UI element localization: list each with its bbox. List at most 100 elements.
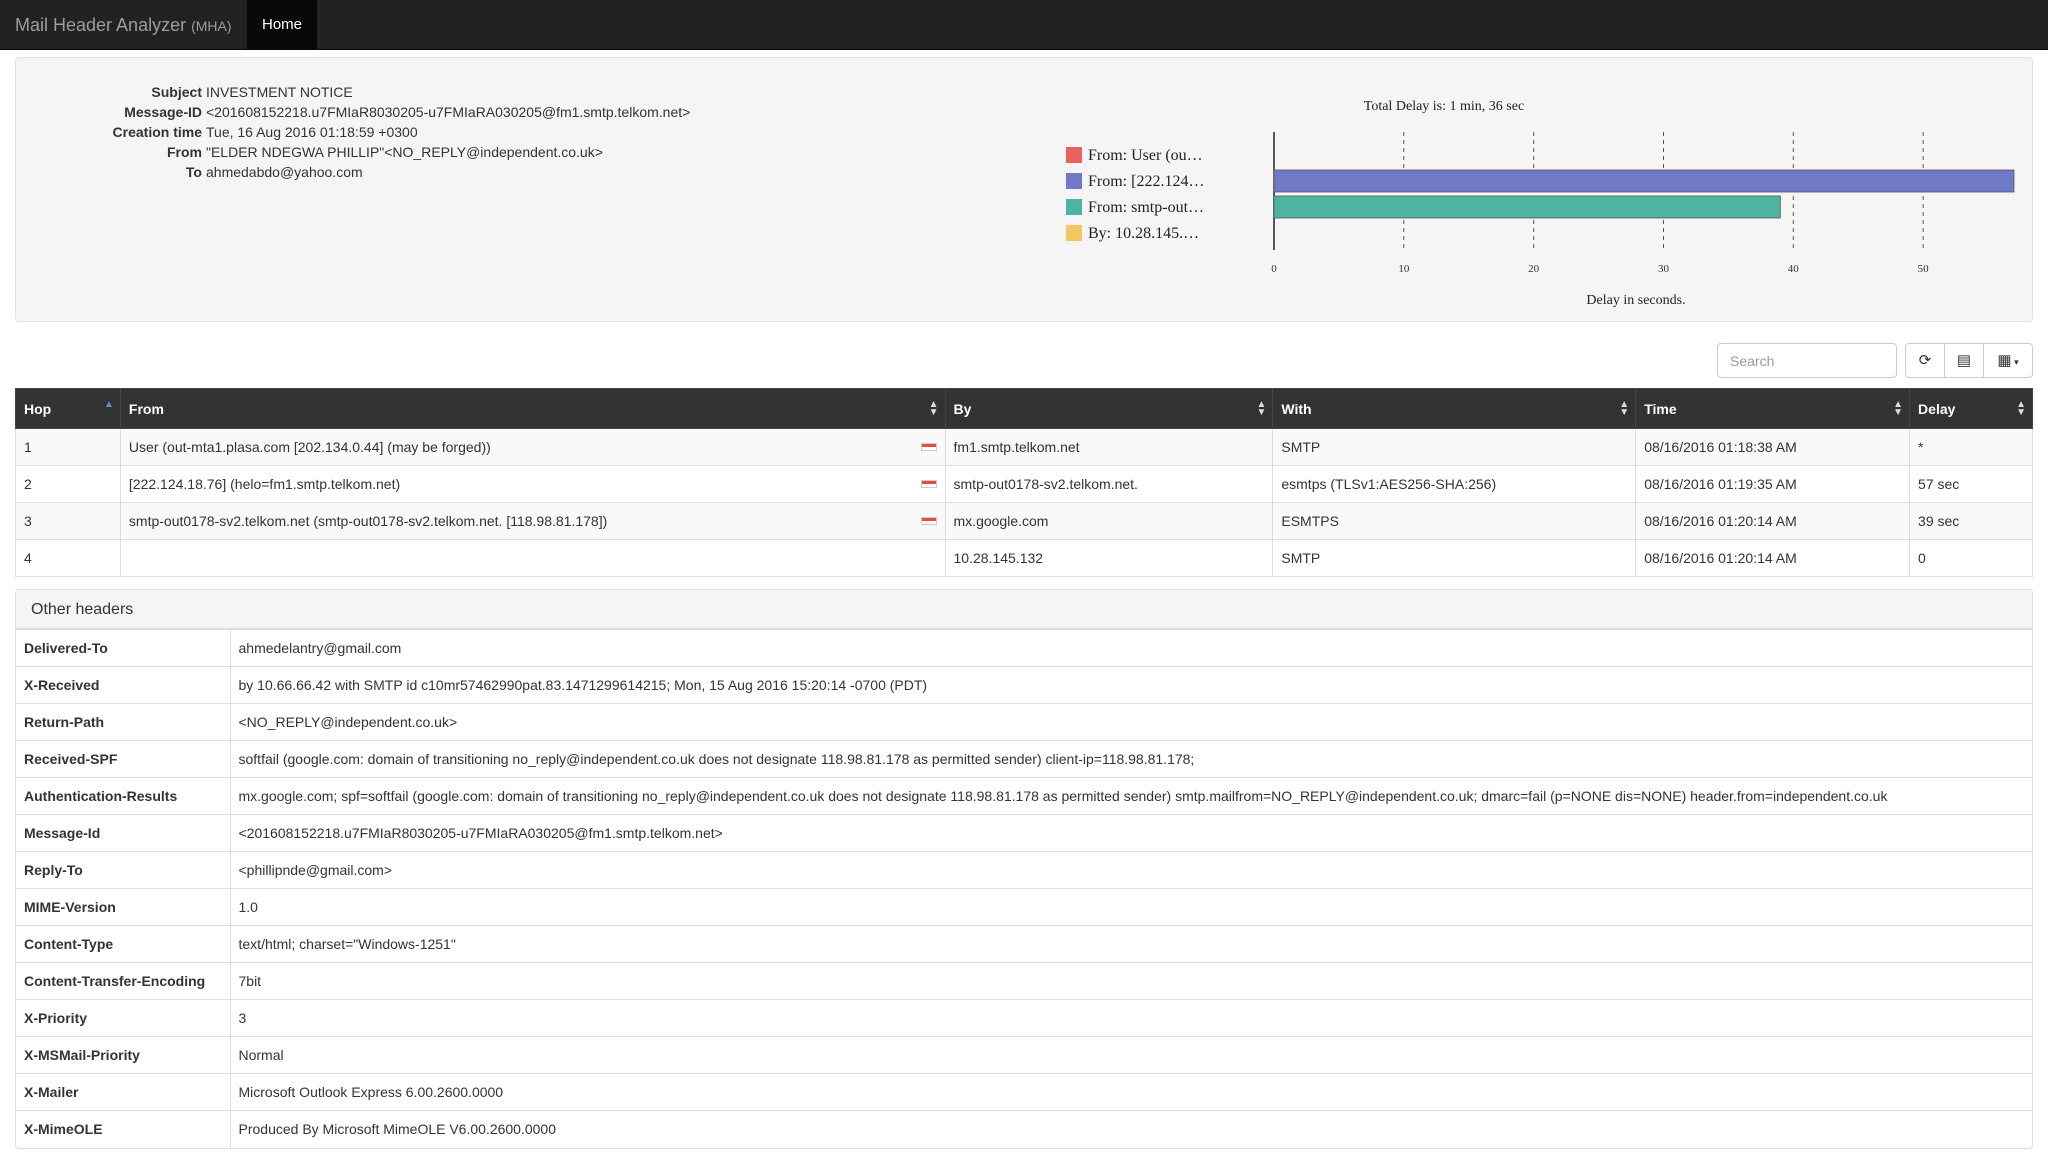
hop-time: 08/16/2016 01:19:35 AM xyxy=(1644,476,1797,492)
hop-cell-hop: 1 xyxy=(15,428,121,466)
header-name: Received-SPF xyxy=(16,740,231,778)
summary-key: Message-ID xyxy=(124,104,202,120)
refresh-button[interactable]: ⟳ xyxy=(1905,343,1945,378)
hop-row: 3 smtp-out0178-sv2.telkom.net (smtp-out01… xyxy=(15,502,2033,540)
hop-cell-delay: 0 xyxy=(1909,539,2033,577)
chart-xlabel: Delay in seconds. xyxy=(1586,293,1685,308)
column-header-label: Delay xyxy=(1918,400,1956,417)
columns-dropdown-button[interactable]: ▦ ▾ xyxy=(1983,343,2033,378)
column-header[interactable]: Time ▲ ▼ xyxy=(1635,388,1911,429)
chart-tick-label: 0 xyxy=(1271,263,1277,275)
column-header[interactable]: From ▲ ▼ xyxy=(119,388,946,429)
hop-cell-time: 08/16/2016 01:18:38 AM xyxy=(1635,428,1911,466)
header-value: <phillipnde@gmail.com> xyxy=(230,851,2032,889)
header-name: Delivered-To xyxy=(16,629,231,667)
column-header[interactable]: With ▲ ▼ xyxy=(1272,388,1637,429)
chart-bar xyxy=(1273,195,1781,219)
hop-with: esmtps (TLSv1:AES256-SHA:256) xyxy=(1281,476,1497,492)
legend-label: By: 10.28.145.… xyxy=(1088,225,1199,242)
column-header[interactable]: By ▲ ▼ xyxy=(944,388,1274,429)
search-input[interactable] xyxy=(1717,343,1897,378)
hop-hop: 4 xyxy=(24,550,32,566)
toggle-view-button[interactable]: ▤ xyxy=(1944,343,1984,378)
navbar: Mail Header Analyzer (MHA) Home xyxy=(0,0,2048,50)
chart-bar xyxy=(1273,169,2015,193)
nav-home-link[interactable]: Home xyxy=(247,0,318,50)
hop-time: 08/16/2016 01:20:14 AM xyxy=(1644,550,1797,566)
brand-abbrev[interactable]: (MHA) xyxy=(191,18,231,34)
delay-chart: Total Delay is: 1 min, 36 sec Delay in se… xyxy=(1044,58,2034,323)
hop-cell-by: smtp-out0178-sv2.telkom.net. xyxy=(944,465,1274,503)
hop-cell-hop: 3 xyxy=(15,502,121,540)
brand-title[interactable]: Mail Header Analyzer xyxy=(15,15,186,35)
chart-tick-label: 20 xyxy=(1528,263,1540,275)
header-name: X-Received xyxy=(16,666,231,704)
sort-both-icon: ▲ ▼ xyxy=(1893,399,1904,418)
legend-label: From: User (ou… xyxy=(1088,147,1203,164)
other-headers-title: Other headers xyxy=(16,590,2032,629)
header-name: X-Priority xyxy=(16,999,231,1037)
header-name: Reply-To xyxy=(16,851,231,889)
header-value: mx.google.com; spf=softfail (google.com:… xyxy=(230,777,2032,815)
hop-hop: 3 xyxy=(24,513,32,529)
header-row: X-Mailer Microsoft Outlook Express 6.00.2… xyxy=(16,1073,2032,1111)
header-name: X-MSMail-Priority xyxy=(16,1036,231,1074)
legend-label: From: [222.124… xyxy=(1088,173,1204,190)
hops-header-row: Hop ▲ From ▲ ▼ By ▲ ▼ With ▲ ▼ Time ▲ ▼ Delay ▲ ▼ xyxy=(15,388,2033,429)
column-header-label: Time xyxy=(1644,400,1677,417)
header-value: ahmedelantry@gmail.com xyxy=(230,629,2032,667)
header-name: X-MimeOLE xyxy=(16,1110,231,1148)
hop-delay: * xyxy=(1918,439,1924,455)
hop-cell-by: mx.google.com xyxy=(944,502,1274,540)
column-header[interactable]: Delay ▲ ▼ xyxy=(1909,388,2033,429)
sort-both-icon: ▲ ▼ xyxy=(1256,399,1267,418)
header-value: <NO_REPLY@independent.co.uk> xyxy=(230,703,2032,741)
hop-cell-delay: 57 sec xyxy=(1909,465,2033,503)
legend-swatch xyxy=(1066,173,1082,189)
hop-cell-from: User (out-mta1.plasa.com [202.134.0.44] … xyxy=(119,428,946,466)
summary-key: Subject xyxy=(151,84,202,100)
header-value: Produced By Microsoft MimeOLE V6.00.2600… xyxy=(230,1110,2032,1148)
hop-row: 1 User (out-mta1.plasa.com [202.134.0.44]… xyxy=(15,428,2033,466)
header-row: X-MSMail-Priority Normal xyxy=(16,1036,2032,1074)
summary-value: "ELDER NDEGWA PHILLIP"<NO_REPLY@independ… xyxy=(206,144,603,160)
header-row: Authentication-Results mx.google.com; spf… xyxy=(16,777,2032,815)
hop-cell-delay: * xyxy=(1909,428,2033,466)
hop-by: fm1.smtp.telkom.net xyxy=(953,439,1080,455)
hop-cell-with: esmtps (TLSv1:AES256-SHA:256) xyxy=(1272,465,1637,503)
hop-cell-time: 08/16/2016 01:20:14 AM xyxy=(1635,502,1911,540)
summary-value: Tue, 16 Aug 2016 01:18:59 +0300 xyxy=(206,124,418,140)
chart-tick-label: 30 xyxy=(1658,263,1670,275)
chart-tick-label: 10 xyxy=(1398,263,1410,275)
column-header-label: By xyxy=(953,400,972,417)
summary-key: Creation time xyxy=(112,124,202,140)
column-header[interactable]: Hop ▲ xyxy=(15,388,121,429)
header-row: X-Received by 10.66.66.42 with SMTP id c1… xyxy=(16,666,2032,704)
other-headers-panel: Other headers Delivered-To ahmedelantry@g… xyxy=(15,589,2033,1149)
refresh-icon: ⟳ xyxy=(1918,352,1932,369)
header-name: Content-Transfer-Encoding xyxy=(16,962,231,1000)
hops-table: Hop ▲ From ▲ ▼ By ▲ ▼ With ▲ ▼ Time ▲ ▼ Delay ▲ ▼ 1 User … xyxy=(15,388,2033,577)
legend-swatch xyxy=(1066,199,1082,215)
caret-down-icon: ▾ xyxy=(2011,357,2019,367)
header-name: Authentication-Results xyxy=(16,777,231,815)
hop-delay: 39 sec xyxy=(1918,513,1960,529)
column-header-label: From xyxy=(128,400,164,417)
hop-cell-by: 10.28.145.132 xyxy=(944,539,1274,577)
header-row: Content-Type text/html; charset="Windows-… xyxy=(16,925,2032,963)
brand[interactable]: Mail Header Analyzer (MHA) xyxy=(15,0,232,50)
summary-value: <201608152218.u7FMIaR8030205-u7FMIaRA030… xyxy=(206,104,691,120)
chart-tick-label: 40 xyxy=(1788,263,1800,275)
country-flag-icon xyxy=(920,443,937,451)
header-name: Content-Type xyxy=(16,925,231,963)
hop-hop: 1 xyxy=(24,439,32,455)
header-row: Return-Path <NO_REPLY@independent.co.uk> xyxy=(16,703,2032,741)
hop-cell-with: ESMTPS xyxy=(1272,502,1637,540)
summary-panel: Subject INVESTMENT NOTICE Message-ID <20160… xyxy=(15,57,2033,322)
hop-time: 08/16/2016 01:18:38 AM xyxy=(1644,439,1797,455)
header-row: Content-Transfer-Encoding 7bit xyxy=(16,962,2032,1000)
hop-cell-delay: 39 sec xyxy=(1909,502,2033,540)
header-value: text/html; charset="Windows-1251" xyxy=(230,925,2032,963)
summary-key: To xyxy=(185,164,202,180)
header-row: Delivered-To ahmedelantry@gmail.com xyxy=(16,629,2032,667)
